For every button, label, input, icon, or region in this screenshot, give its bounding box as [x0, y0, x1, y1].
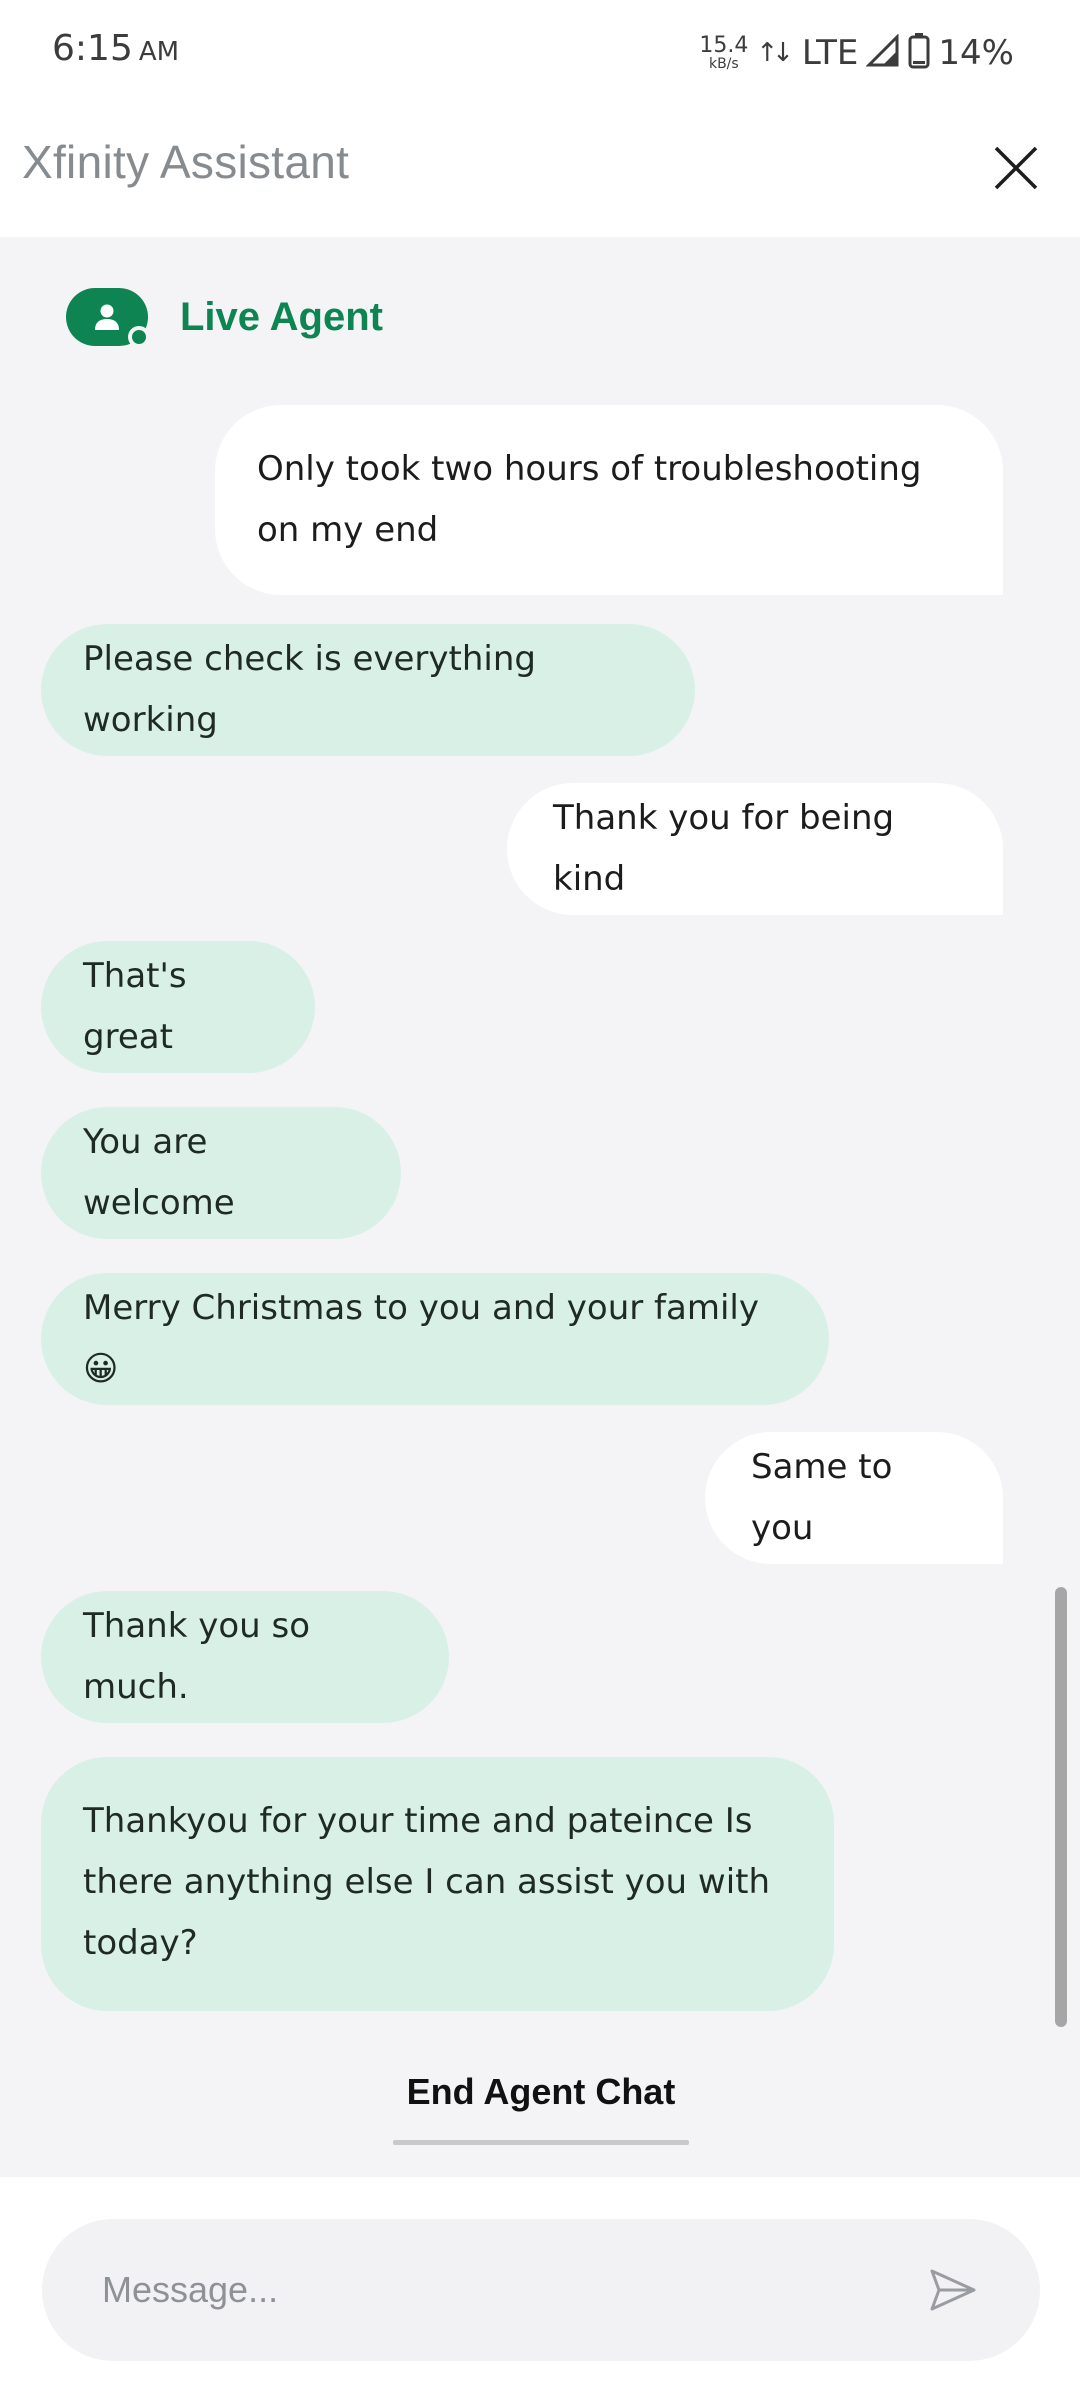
chat-area[interactable]: Live Agent Only took two hours of troubl… — [0, 237, 1080, 2177]
signal-icon — [865, 33, 900, 72]
person-icon — [95, 304, 119, 330]
message-line: on my end — [257, 510, 439, 550]
clock-time: 6:15 — [52, 28, 133, 69]
message-text: That's great — [83, 956, 187, 1057]
message-input[interactable] — [102, 2219, 902, 2361]
message-text: You are welcome — [83, 1122, 235, 1223]
end-chat-underline — [393, 2140, 689, 2145]
network-speed-value: 15.4 — [699, 33, 749, 58]
message-bubble-user: Thank you for being kind — [507, 783, 1003, 915]
battery-percentage: 14% — [938, 33, 1014, 73]
message-bubble-agent: You are welcome — [41, 1107, 401, 1239]
message-bubble-agent: Thank you so much. — [41, 1591, 449, 1723]
message-text: Same to you — [751, 1447, 893, 1548]
message-input-container — [42, 2219, 1040, 2361]
message-bubble-agent: That's great — [41, 941, 315, 1073]
message-bubble-agent: Thankyou for your time and pateince Is t… — [41, 1757, 834, 2011]
live-agent-label: Live Agent — [180, 294, 383, 339]
status-time: 6:15 AM — [52, 28, 179, 69]
message-bubble-user: Same to you — [705, 1432, 1003, 1564]
data-transfer-icon: ↑↓ — [756, 38, 793, 68]
app-root: 6:15 AM 15.4 kB/s ↑↓ LTE 14% Xfinity Assi… — [0, 0, 1080, 2400]
clock-ampm: AM — [138, 37, 180, 67]
app-header: Xfinity Assistant — [0, 105, 1080, 237]
online-status-dot — [128, 326, 150, 348]
network-speed-unit: kB/s — [708, 56, 739, 72]
message-line: Only took two hours of troubleshooting — [257, 449, 922, 489]
message-bubble-agent: Merry Christmas to you and your family 😀 — [41, 1273, 829, 1405]
message-text: Please check is everything working — [83, 639, 536, 740]
send-button[interactable] — [920, 2257, 986, 2323]
message-text: Merry Christmas to you and your family 😀 — [83, 1288, 759, 1389]
message-line: Thankyou for your time and pateince Is — [83, 1801, 753, 1841]
end-agent-chat-button[interactable]: End Agent Chat — [393, 2069, 689, 2145]
message-text: Thankyou for your time and pateince Is t… — [83, 1791, 770, 1974]
message-bubble-agent: Please check is everything working — [41, 624, 695, 756]
message-composer — [0, 2177, 1080, 2400]
send-icon — [930, 2269, 976, 2311]
page-title: Xfinity Assistant — [22, 136, 350, 188]
message-line: there anything else I can assist you wit… — [83, 1862, 771, 1902]
close-icon — [994, 146, 1038, 190]
close-button[interactable] — [986, 138, 1046, 198]
message-line: today? — [83, 1923, 198, 1963]
battery-icon — [908, 33, 930, 73]
message-text: Only took two hours of troubleshooting o… — [257, 439, 921, 561]
message-bubble-user: Only took two hours of troubleshooting o… — [215, 405, 1003, 595]
network-speed: 15.4 kB/s — [699, 33, 749, 72]
live-agent-header: Live Agent — [66, 287, 383, 348]
end-agent-chat-label: End Agent Chat — [406, 2071, 676, 2112]
agent-avatar — [66, 288, 150, 348]
message-text: Thank you so much. — [83, 1606, 310, 1707]
status-bar: 6:15 AM 15.4 kB/s ↑↓ LTE 14% — [0, 0, 1080, 105]
network-type: LTE — [801, 33, 859, 73]
chat-scrollbar[interactable] — [1055, 1587, 1067, 2027]
status-icons: 15.4 kB/s ↑↓ LTE 14% — [699, 28, 1014, 78]
message-text: Thank you for being kind — [553, 798, 895, 899]
